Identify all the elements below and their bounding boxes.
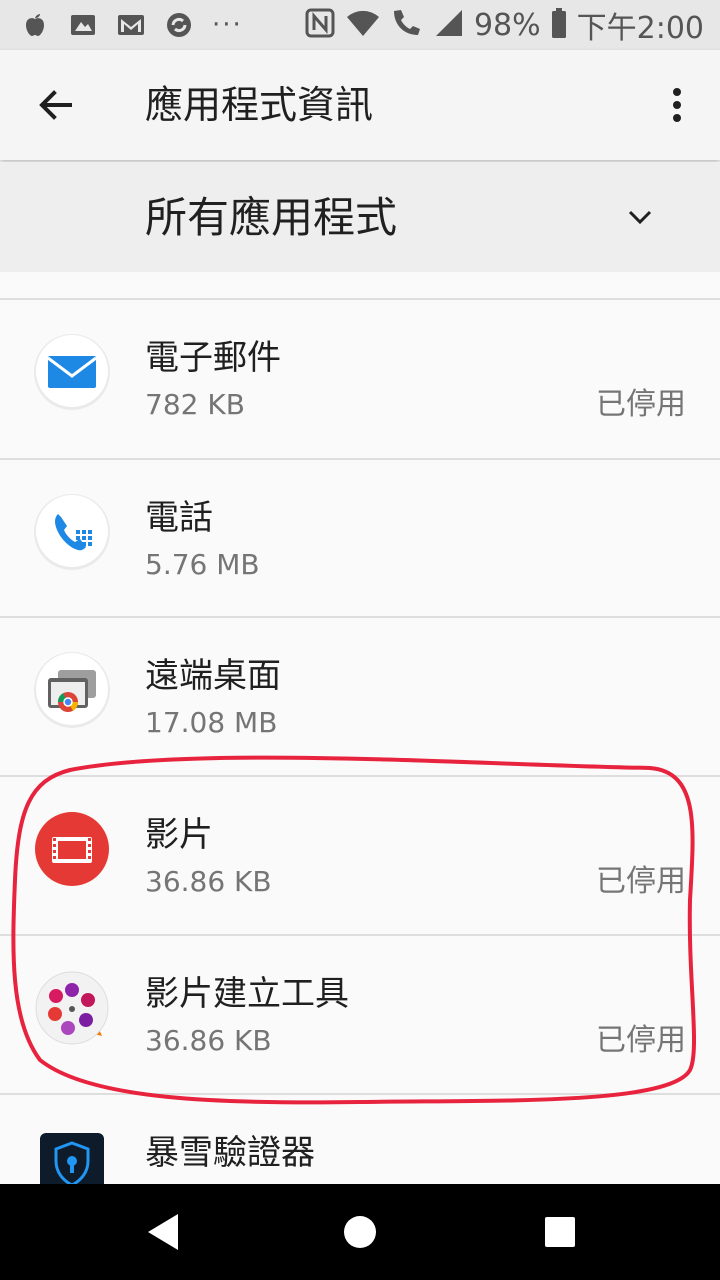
app-row-video[interactable]: 影片 36.86 KB 已停用 <box>0 777 720 935</box>
app-row-phone[interactable]: 電話 5.76 MB <box>0 460 720 618</box>
app-size: 17.08 MB <box>145 706 278 739</box>
app-size: 782 KB <box>145 388 245 421</box>
app-name: 遠端桌面 <box>145 656 281 696</box>
app-size: 5.76 MB <box>145 548 260 581</box>
app-status-disabled: 已停用 <box>596 1023 686 1058</box>
chevron-down-icon <box>620 200 660 234</box>
nfc-icon <box>304 7 336 43</box>
page-title: 應用程式資訊 <box>145 83 374 127</box>
gmail-icon <box>116 10 146 40</box>
more-options-icon[interactable] <box>660 80 694 130</box>
app-name: 電子郵件 <box>145 338 281 378</box>
wifi-calling-icon <box>390 7 424 43</box>
app-name: 影片建立工具 <box>145 974 349 1014</box>
home-circle-icon[interactable] <box>330 1202 390 1262</box>
phone-icon <box>34 494 110 570</box>
app-bar: 應用程式資訊 <box>0 50 720 160</box>
app-name: 暴雪驗證器 <box>145 1133 315 1173</box>
system-status: 98% 下午2:00 <box>304 7 704 46</box>
video-icon <box>34 811 110 887</box>
apple-icon <box>20 10 50 40</box>
back-triangle-icon[interactable] <box>140 1202 200 1262</box>
app-size: 36.86 KB <box>145 865 272 898</box>
app-status-disabled: 已停用 <box>596 387 686 422</box>
clock: 下午2:00 <box>576 11 704 46</box>
recents-square-icon[interactable] <box>530 1202 590 1262</box>
app-row-remote-desktop[interactable]: 遠端桌面 17.08 MB <box>0 618 720 776</box>
notification-icons: ··· <box>20 8 243 42</box>
app-size: 36.86 KB <box>145 1024 272 1057</box>
wifi-icon <box>346 8 380 42</box>
status-bar: ··· 98% 下午2:00 <box>0 0 720 50</box>
filter-selected-value: 所有應用程式 <box>145 193 398 242</box>
image-notification-icon <box>68 10 98 40</box>
app-status-disabled: 已停用 <box>596 864 686 899</box>
app-name: 影片 <box>145 815 213 855</box>
app-filter-dropdown[interactable]: 所有應用程式 <box>0 162 720 272</box>
app-name: 電話 <box>145 498 213 538</box>
app-row-email[interactable]: 電子郵件 782 KB 已停用 <box>0 300 720 458</box>
app-row-authenticator[interactable]: 暴雪驗證器 <box>0 1095 720 1184</box>
sync-app-icon <box>164 10 194 40</box>
email-icon <box>34 334 110 410</box>
authenticator-icon <box>40 1133 104 1184</box>
back-arrow-icon[interactable] <box>30 82 80 128</box>
remote-desktop-icon <box>34 652 110 728</box>
more-notifications-dots: ··· <box>212 10 243 40</box>
cell-signal-icon <box>434 8 464 42</box>
battery-percent: 98% <box>473 7 541 43</box>
system-navigation-bar <box>0 1184 720 1280</box>
app-row-movie-creator[interactable]: 影片建立工具 36.86 KB 已停用 <box>0 936 720 1094</box>
movie-creator-icon <box>34 970 110 1046</box>
battery-icon <box>551 7 567 43</box>
